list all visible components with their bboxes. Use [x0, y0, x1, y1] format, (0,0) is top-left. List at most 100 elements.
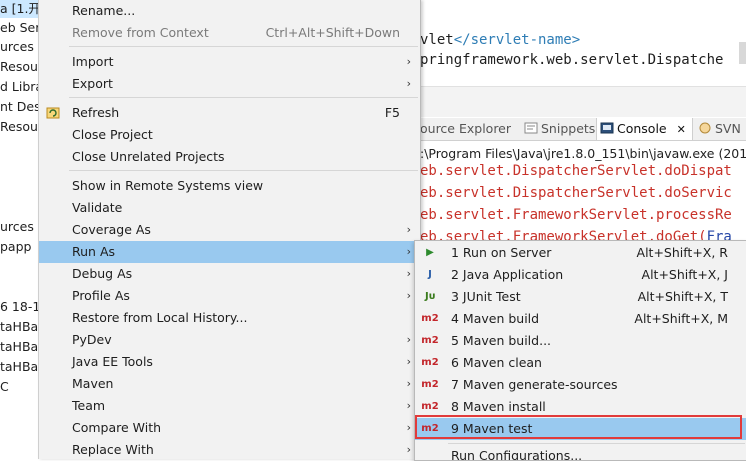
- tab-console[interactable]: Console ✕: [596, 118, 693, 140]
- menu-item-close-unrelated-projects[interactable]: Close Unrelated Projects: [39, 146, 420, 168]
- menu-item-team[interactable]: Team ›: [39, 395, 420, 417]
- submenu-item-java-application[interactable]: J 2 Java Application Alt+Shift+X, J: [415, 264, 746, 286]
- submenu-item-maven-build-dialog[interactable]: m2 5 Maven build...: [415, 330, 746, 352]
- menu-item-restore-from-local-history[interactable]: Restore from Local History...: [39, 307, 420, 329]
- editor-line-2: pringframework.web.servlet.Dispatche: [420, 52, 724, 68]
- menu-item-replace-with[interactable]: Replace With ›: [39, 439, 420, 459]
- tree-item[interactable]: nt Desc: [0, 98, 40, 116]
- maven-icon: m2: [421, 313, 439, 324]
- maven-icon: m2: [421, 401, 439, 412]
- tree-item[interactable]: taHBas: [0, 358, 40, 376]
- menu-item-maven[interactable]: Maven ›: [39, 373, 420, 395]
- submenu-arrow-icon: ›: [406, 443, 411, 456]
- editor-scrollbar[interactable]: [739, 42, 746, 64]
- menu-item-label: Maven: [72, 376, 114, 391]
- submenu-item-label: 9 Maven test: [451, 421, 533, 436]
- menu-item-label: Debug As: [72, 266, 133, 281]
- menu-item-label: Export: [72, 76, 113, 91]
- submenu-item-label: 6 Maven clean: [451, 355, 542, 370]
- menu-separator: [69, 170, 418, 171]
- menu-item-shortcut: Ctrl+Alt+Shift+Down: [265, 25, 400, 40]
- menu-item-label: Replace With: [72, 442, 154, 457]
- editor-tag: </servlet-name>: [453, 32, 581, 48]
- menu-item-label: Restore from Local History...: [72, 310, 248, 325]
- view-separator: [420, 86, 746, 117]
- submenu-arrow-icon: ›: [406, 377, 411, 390]
- menu-item-import[interactable]: Import ›: [39, 51, 420, 73]
- tab-svn[interactable]: SVN: [698, 118, 741, 140]
- menu-item-refresh[interactable]: Refresh F5: [39, 102, 420, 124]
- refresh-icon: [46, 107, 60, 119]
- console-icon: [600, 122, 614, 134]
- tree-item[interactable]: eb Ser: [0, 19, 40, 37]
- submenu-arrow-icon: ›: [406, 245, 411, 258]
- menu-item-profile-as[interactable]: Profile As ›: [39, 285, 420, 307]
- menu-item-run-as[interactable]: Run As ›: [39, 241, 420, 263]
- submenu-item-shortcut: Alt+Shift+X, R: [636, 245, 728, 260]
- submenu-item-maven-install[interactable]: m2 8 Maven install: [415, 396, 746, 418]
- submenu-item-run-on-server[interactable]: ▶ 1 Run on Server Alt+Shift+X, R: [415, 242, 746, 264]
- menu-item-remove-from-context: Remove from Context Ctrl+Alt+Shift+Down: [39, 22, 420, 44]
- tab-snippets[interactable]: Snippets: [524, 118, 595, 140]
- submenu-arrow-icon: ›: [406, 289, 411, 302]
- menu-item-label: Import: [72, 54, 114, 69]
- menu-item-rename[interactable]: Rename...: [39, 0, 420, 22]
- submenu-arrow-icon: ›: [406, 77, 411, 90]
- submenu-item-maven-build[interactable]: m2 4 Maven build Alt+Shift+X, M: [415, 308, 746, 330]
- menu-item-label: Java EE Tools: [72, 354, 153, 369]
- submenu-item-label: 3 JUnit Test: [451, 289, 521, 304]
- java-application-icon: J: [428, 269, 432, 280]
- menu-item-validate[interactable]: Validate: [39, 197, 420, 219]
- submenu-item-shortcut: Alt+Shift+X, M: [634, 311, 728, 326]
- tree-item[interactable]: 6 18-1: [0, 298, 40, 316]
- submenu-item-maven-generate-sources[interactable]: m2 7 Maven generate-sources: [415, 374, 746, 396]
- tree-item[interactable]: a [1.开: [0, 0, 40, 18]
- submenu-arrow-icon: ›: [406, 223, 411, 236]
- menu-item-label: Validate: [72, 200, 123, 215]
- editor-line-1: vlet</servlet-name>: [420, 30, 580, 50]
- menu-item-java-ee-tools[interactable]: Java EE Tools ›: [39, 351, 420, 373]
- menu-item-compare-with[interactable]: Compare With ›: [39, 417, 420, 439]
- code-editor[interactable]: vlet</servlet-name> pringframework.web.s…: [420, 0, 746, 86]
- menu-item-label: Close Project: [72, 127, 153, 142]
- tree-item[interactable]: urces: [0, 218, 34, 236]
- tab-source-explorer[interactable]: ource Explorer: [420, 118, 511, 140]
- tab-label: ource Explorer: [420, 121, 512, 136]
- submenu-arrow-icon: ›: [406, 267, 411, 280]
- submenu-arrow-icon: ›: [406, 355, 411, 368]
- menu-item-export[interactable]: Export ›: [39, 73, 420, 95]
- tab-label: Console: [617, 121, 667, 136]
- submenu-item-label: 8 Maven install: [451, 399, 546, 414]
- console-trace-line: eb.servlet.DispatcherServlet.doServic: [420, 185, 732, 201]
- maven-icon: m2: [421, 335, 439, 346]
- submenu-item-label: 2 Java Application: [451, 267, 564, 282]
- submenu-item-junit-test[interactable]: Jᴜ 3 JUnit Test Alt+Shift+X, T: [415, 286, 746, 308]
- console-process-path: :\Program Files\Java\jre1.8.0_151\bin\ja…: [420, 146, 746, 161]
- tab-label: SVN: [715, 121, 741, 136]
- tree-item[interactable]: C: [0, 378, 9, 396]
- menu-item-debug-as[interactable]: Debug As ›: [39, 263, 420, 285]
- submenu-item-maven-clean[interactable]: m2 6 Maven clean: [415, 352, 746, 374]
- menu-item-label: Profile As: [72, 288, 130, 303]
- menu-item-show-in-remote-systems[interactable]: Show in Remote Systems view: [39, 175, 420, 197]
- menu-item-label: Close Unrelated Projects: [72, 149, 225, 164]
- maven-icon: m2: [421, 423, 439, 434]
- menu-item-label: Refresh: [72, 105, 120, 120]
- console-trace-line: eb.servlet.FrameworkServlet.processRe: [420, 207, 732, 223]
- submenu-item-maven-test[interactable]: m2 9 Maven test: [415, 418, 746, 440]
- tree-item[interactable]: urces: [0, 38, 34, 56]
- menu-item-coverage-as[interactable]: Coverage As ›: [39, 219, 420, 241]
- console-trace-line: eb.servlet.DispatcherServlet.doDispat: [420, 163, 732, 179]
- tree-item[interactable]: d Libra: [0, 78, 40, 96]
- console-output[interactable]: :\Program Files\Java\jre1.8.0_151\bin\ja…: [420, 141, 746, 245]
- tree-item[interactable]: Resour: [0, 118, 40, 136]
- tree-item[interactable]: Resou: [0, 58, 38, 76]
- tree-item[interactable]: taHBas: [0, 338, 40, 356]
- menu-item-close-project[interactable]: Close Project: [39, 124, 420, 146]
- menu-item-label: Remove from Context: [72, 25, 209, 40]
- close-icon[interactable]: ✕: [677, 123, 686, 136]
- tree-item[interactable]: papp: [0, 238, 31, 256]
- menu-item-pydev[interactable]: PyDev ›: [39, 329, 420, 351]
- tree-item[interactable]: taHBas: [0, 318, 40, 336]
- submenu-item-label: 7 Maven generate-sources: [451, 377, 618, 392]
